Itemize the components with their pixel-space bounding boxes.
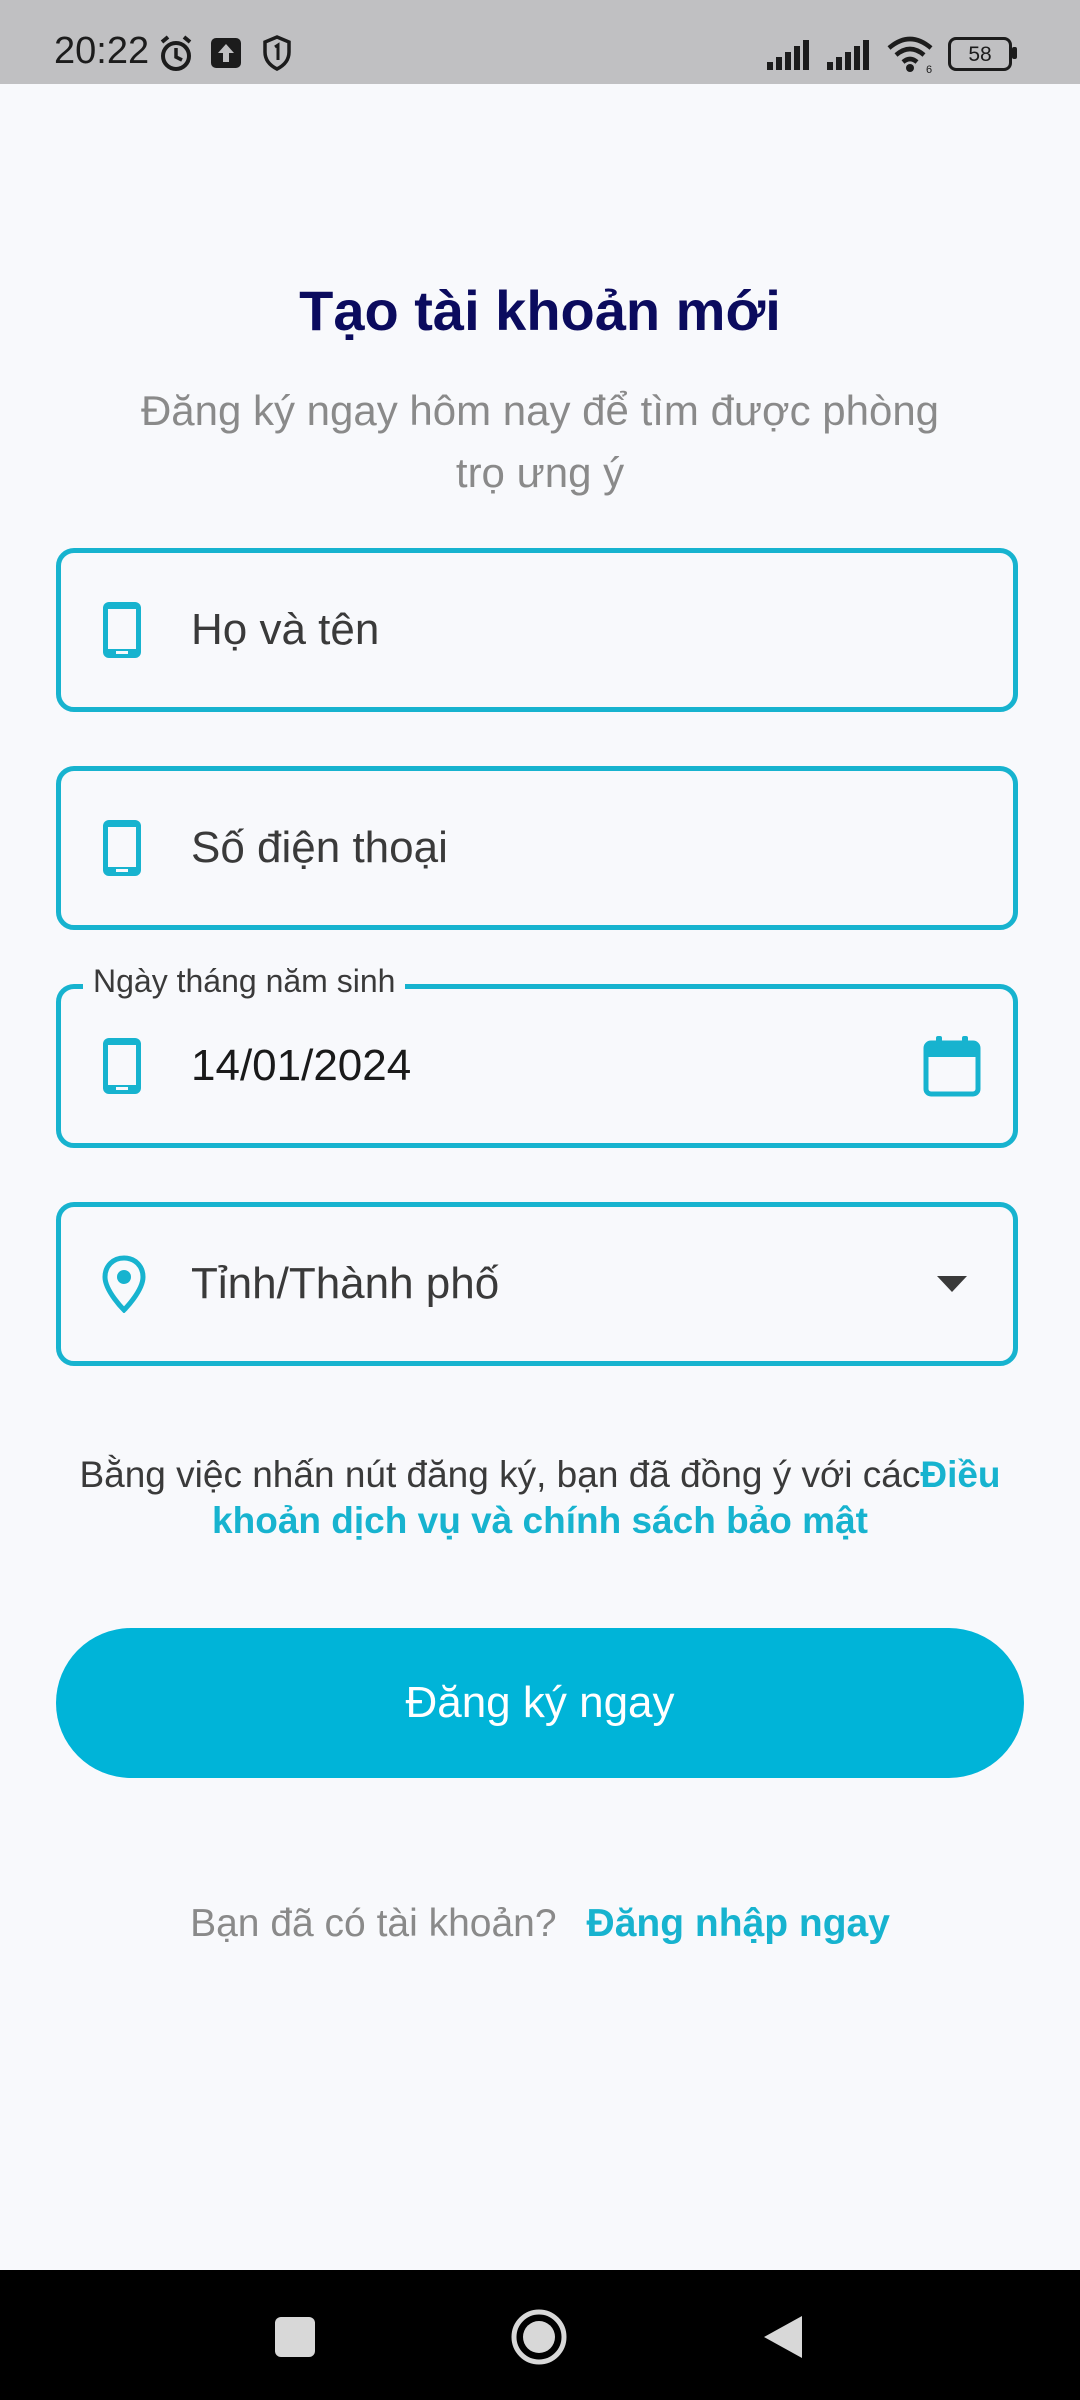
login-prompt-text: Bạn đã có tài khoản? (190, 1902, 557, 1945)
login-link[interactable]: Đăng nhập ngay (587, 1902, 890, 1945)
shield-icon (263, 35, 291, 71)
page-title: Tạo tài khoản mới (299, 279, 781, 342)
province-placeholder: Tỉnh/Thành phố (191, 1259, 500, 1308)
phone-icon (103, 1038, 141, 1094)
wifi-icon: 6 (887, 36, 933, 74)
back-button[interactable] (762, 2314, 804, 2360)
battery-icon: 58 (948, 37, 1017, 71)
signal-icon (827, 40, 869, 70)
phone-number-placeholder: Số điện thoại (191, 823, 448, 872)
alarm-icon (160, 35, 192, 71)
navigation-bar (0, 2270, 1080, 2400)
date-of-birth-field[interactable]: Ngày tháng năm sinh 14/01/2024 (56, 963, 1018, 1148)
calendar-icon[interactable] (923, 1035, 981, 1097)
signal-icon (767, 40, 809, 70)
terms-notice: Bằng việc nhấn nút đăng ký, bạn đã đồng … (60, 1452, 1020, 1544)
phone-number-field[interactable]: Số điện thoại (56, 766, 1018, 930)
page-subtitle: Đăng ký ngay hôm nay để tìm được phòng t… (140, 387, 940, 496)
province-dropdown[interactable]: Tỉnh/Thành phố (56, 1202, 1018, 1366)
upload-icon (211, 38, 241, 68)
terms-text: Bằng việc nhấn nút đăng ký, bạn đã đồng … (79, 1454, 921, 1495)
date-of-birth-label: Ngày tháng năm sinh (83, 963, 406, 1000)
location-pin-icon (102, 1255, 146, 1313)
login-prompt-row: Bạn đã có tài khoản? Đăng nhập ngay (0, 1902, 1080, 1946)
chevron-down-icon (937, 1276, 967, 1292)
date-of-birth-value: 14/01/2024 (191, 1041, 412, 1090)
phone-icon (103, 602, 141, 658)
recent-apps-button[interactable] (274, 2316, 316, 2358)
phone-icon (103, 820, 141, 876)
full-name-placeholder: Họ và tên (191, 605, 380, 654)
status-time: 20:22 (54, 30, 150, 72)
status-bar: 20:22 6 58 (0, 0, 1080, 84)
svg-text:6: 6 (926, 64, 932, 74)
full-name-field[interactable]: Họ và tên (56, 548, 1018, 712)
home-button[interactable] (510, 2308, 568, 2366)
register-button[interactable]: Đăng ký ngay (56, 1628, 1024, 1778)
battery-level: 58 (968, 43, 992, 66)
